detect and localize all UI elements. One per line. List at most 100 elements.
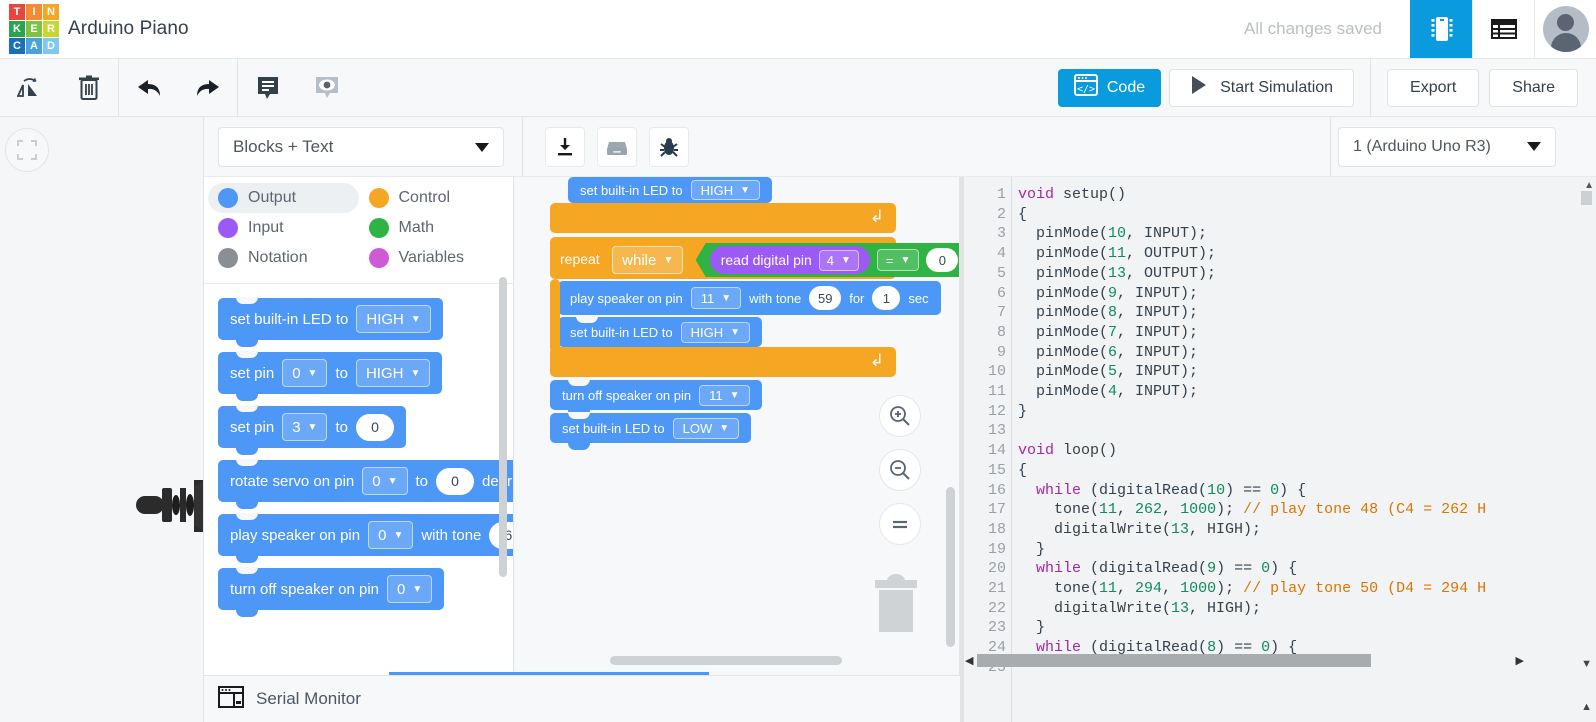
- history-tools-group: [119, 59, 237, 116]
- category-variables[interactable]: Variables: [359, 243, 510, 273]
- logo-cell-n: N: [43, 4, 59, 20]
- block-dropdown[interactable]: HIGH ▼: [356, 305, 431, 333]
- palette-block-turn-off-speaker[interactable]: turn off speaker on pin 0 ▼: [218, 567, 445, 617]
- undo-icon[interactable]: [119, 59, 178, 116]
- operator-dropdown[interactable]: = ▼: [877, 249, 920, 271]
- code-vscrollbar-thumb[interactable]: [1581, 191, 1592, 205]
- components-list-icon[interactable]: [1472, 0, 1534, 58]
- palette-block-set-builtin-led[interactable]: set built-in LED to HIGH ▼: [218, 297, 443, 347]
- code-line: tone(11, 294, 1000); // play tone 50 (D4…: [1018, 579, 1578, 599]
- led-state-dropdown[interactable]: HIGH ▼: [690, 180, 761, 200]
- category-input[interactable]: Input: [208, 213, 359, 243]
- block-dropdown[interactable]: HIGH ▼: [355, 359, 431, 387]
- category-color-dot: [368, 188, 389, 208]
- duration-input[interactable]: 1: [872, 286, 901, 310]
- code-token: {: [1018, 205, 1028, 223]
- category-output[interactable]: Output: [208, 183, 359, 213]
- library-icon[interactable]: [597, 126, 637, 167]
- workspace-hscrollbar[interactable]: [610, 656, 842, 665]
- circuit-canvas[interactable]: [0, 117, 204, 722]
- category-math[interactable]: Math: [359, 213, 510, 243]
- dropdown-value: while: [622, 251, 657, 269]
- code-button-label: Code: [1106, 78, 1146, 96]
- code-line: while (digitalRead(9) == 0) {: [1018, 559, 1578, 579]
- block-number-input[interactable]: 0: [355, 413, 394, 441]
- led-state-dropdown-bottom[interactable]: LOW ▼: [672, 417, 740, 439]
- speaker-component[interactable]: [136, 480, 203, 532]
- code-token: {: [1018, 461, 1028, 479]
- hscroll-left-arrow-icon[interactable]: ◀: [965, 654, 973, 667]
- read-digital-pin-block[interactable]: read digital pin 4 ▼: [710, 246, 870, 274]
- workspace-block-set-led-top[interactable]: set built-in LED to HIGH ▼: [568, 177, 773, 203]
- code-button[interactable]: </> Code: [1057, 68, 1162, 107]
- block-dropdown[interactable]: 0 ▼: [368, 521, 414, 549]
- tone-value-input[interactable]: 59: [809, 286, 842, 310]
- code-editor-panel[interactable]: 1 2 3 4 5 6 7 8 9 10 11 12 13 14 15 16 17 18 19 20 21 22 23 24 2…: [960, 177, 1596, 722]
- block-workspace[interactable]: set built-in LED to HIGH ▼ ↲ repeat whil…: [514, 177, 960, 675]
- code-text[interactable]: void setup(){ pinMode(10, INPUT); pinMod…: [1018, 185, 1578, 678]
- read-pin-dropdown[interactable]: 4 ▼: [819, 250, 859, 271]
- code-token: );: [1216, 501, 1244, 519]
- workspace-block-turn-off-speaker[interactable]: turn off speaker on pin 11 ▼: [550, 379, 762, 417]
- category-control[interactable]: Control: [359, 183, 510, 213]
- palette-block-set-pin-digital[interactable]: set pin 0 ▼ to HIGH ▼: [218, 351, 443, 401]
- block-dropdown[interactable]: 0 ▼: [387, 575, 433, 603]
- bug-debug-icon[interactable]: [649, 126, 689, 167]
- speaker-off-pin-dropdown[interactable]: 11 ▼: [699, 384, 750, 406]
- code-token: , INPUT);: [1117, 284, 1199, 302]
- category-notation[interactable]: Notation: [208, 243, 359, 273]
- download-icon[interactable]: [545, 126, 585, 167]
- microchip-icon[interactable]: [1410, 0, 1472, 58]
- zoom-out-icon[interactable]: [879, 449, 921, 491]
- notes-icon[interactable]: [238, 59, 297, 116]
- board-select[interactable]: 1 (Arduino Uno R3): [1338, 126, 1556, 167]
- loop-arrow-icon: ↲: [869, 207, 884, 226]
- block-number-input[interactable]: 0: [436, 467, 475, 495]
- workspace-block-set-led-bottom[interactable]: set built-in LED to LOW ▼: [550, 412, 752, 450]
- workspace-trash-icon[interactable]: [873, 572, 919, 634]
- line-number: 16: [987, 481, 1006, 499]
- workspace-cblock-footer-top[interactable]: ↲: [550, 203, 896, 233]
- mode-select[interactable]: Blocks + Text: [218, 126, 504, 167]
- export-button[interactable]: Export: [1387, 68, 1480, 107]
- workspace-comparison-block[interactable]: read digital pin 4 ▼ = ▼ 0: [696, 243, 960, 277]
- serial-monitor-bar[interactable]: Serial Monitor: [204, 675, 960, 722]
- share-button[interactable]: Share: [1489, 68, 1578, 107]
- code-token: ,: [1117, 580, 1136, 598]
- tinkercad-logo[interactable]: TIN KER CAD: [0, 0, 68, 58]
- palette-block-list: set built-in LED to HIGH ▼ set pin 0 ▼ to HIGH ▼…: [204, 284, 513, 675]
- flip-rotate-icon[interactable]: [0, 59, 59, 116]
- block-dropdown[interactable]: 3 ▼: [282, 413, 328, 441]
- workspace-block-play-speaker[interactable]: play speaker on pin 11 ▼ with tone 59 fo…: [558, 281, 941, 315]
- palette-block-rotate-servo[interactable]: rotate servo on pin 0 ▼ to 0 degr: [218, 459, 513, 509]
- avatar[interactable]: [1534, 0, 1596, 58]
- palette-block-play-speaker[interactable]: play speaker on pin 0 ▼ with tone 6: [218, 513, 513, 563]
- workspace-vscrollbar[interactable]: [946, 487, 955, 647]
- workspace-cblock-footer[interactable]: ↲: [550, 347, 896, 377]
- code-hscrollbar-thumb[interactable]: [977, 654, 1371, 667]
- block-dropdown[interactable]: 0 ▼: [282, 359, 328, 387]
- palette-block-row: play speaker on pin 0 ▼ with tone 6: [218, 513, 513, 563]
- speaker-pin-dropdown[interactable]: 11 ▼: [690, 287, 742, 309]
- dropdown-value: 3: [292, 418, 301, 436]
- block-label: turn off speaker on pin: [562, 387, 692, 403]
- repeat-mode-dropdown[interactable]: while ▼: [612, 246, 684, 274]
- scroll-up-arrow-icon[interactable]: ▲: [1584, 180, 1594, 191]
- scroll-bottom-arrow-icon[interactable]: ▲: [1581, 701, 1592, 713]
- palette-block-set-pin-analog[interactable]: set pin 3 ▼ to 0: [218, 405, 406, 455]
- redo-icon[interactable]: [178, 59, 237, 116]
- scroll-down-arrow-icon[interactable]: ▼: [1581, 658, 1592, 670]
- eye-visibility-icon[interactable]: [297, 59, 356, 116]
- block-dropdown[interactable]: 0 ▼: [362, 467, 408, 495]
- palette-block-row: set pin 0 ▼ to HIGH ▼: [218, 351, 513, 401]
- workspace-block-set-led-inner[interactable]: set built-in LED to HIGH ▼: [558, 316, 763, 354]
- led-state-dropdown-inner[interactable]: HIGH ▼: [680, 321, 751, 343]
- palette-scrollbar[interactable]: [499, 277, 507, 577]
- zoom-in-icon[interactable]: [879, 395, 921, 437]
- start-simulation-button[interactable]: Start Simulation: [1169, 68, 1355, 107]
- trash-icon[interactable]: [59, 59, 118, 116]
- fullscreen-icon[interactable]: [5, 128, 49, 172]
- hscroll-right-arrow-icon[interactable]: ▶: [1516, 654, 1524, 667]
- compare-value-input[interactable]: 0: [926, 248, 958, 272]
- zoom-fit-icon[interactable]: [879, 503, 921, 545]
